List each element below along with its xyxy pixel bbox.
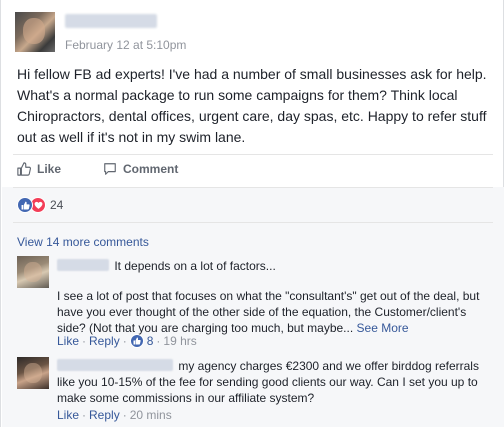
commenter-name-redacted[interactable] bbox=[57, 259, 109, 271]
view-more-comments-link[interactable]: View 14 more comments bbox=[17, 235, 149, 249]
separator-dot: · bbox=[82, 334, 87, 348]
comment-like-link[interactable]: Like bbox=[57, 408, 79, 422]
separator-dot: · bbox=[156, 334, 161, 348]
comment-like-link[interactable]: Like bbox=[57, 334, 79, 348]
comment-label: Comment bbox=[123, 162, 179, 176]
comment-icon bbox=[104, 163, 116, 175]
comment-body: It depends on a lot of factors... I see … bbox=[57, 258, 497, 336]
comment-text: I see a lot of post that focuses on what… bbox=[57, 289, 480, 335]
comment-time[interactable]: 20 mins bbox=[130, 408, 172, 422]
divider bbox=[13, 222, 493, 223]
comment-meta: Like · Reply · 8 · 19 hrs bbox=[57, 334, 197, 348]
comment-first-line: It depends on a lot of factors... bbox=[57, 258, 497, 274]
like-reaction-icon bbox=[17, 197, 33, 213]
post-text: Hi fellow FB ad experts! I've had a numb… bbox=[17, 66, 487, 145]
post-timestamp[interactable]: February 12 at 5:10pm bbox=[65, 38, 186, 52]
divider bbox=[13, 187, 493, 188]
like-label: Like bbox=[37, 162, 62, 176]
thumbs-up-icon bbox=[129, 334, 144, 348]
commenter-name-redacted[interactable] bbox=[57, 359, 173, 371]
poster-avatar[interactable] bbox=[15, 12, 55, 52]
post-actions: Like Comment bbox=[17, 162, 178, 176]
divider bbox=[13, 154, 493, 155]
comment-reply-link[interactable]: Reply bbox=[89, 408, 120, 422]
comment-meta: Like · Reply · 20 mins bbox=[57, 408, 172, 422]
comment-body: my agency charges €2300 and we offer bir… bbox=[57, 358, 497, 406]
separator-dot: · bbox=[122, 408, 127, 422]
comment-time[interactable]: 19 hrs bbox=[163, 334, 196, 348]
reactions-summary[interactable]: 24 bbox=[17, 197, 63, 213]
comment-reply-link[interactable]: Reply bbox=[89, 334, 120, 348]
see-more-link[interactable]: See More bbox=[357, 321, 409, 335]
comment-likes-count[interactable]: 8 bbox=[147, 334, 154, 348]
post-card: February 12 at 5:10pm Hi fellow FB ad ex… bbox=[0, 0, 504, 427]
commenter-avatar[interactable] bbox=[17, 256, 49, 288]
thumbs-up-icon bbox=[17, 162, 31, 176]
comment-paragraph: I see a lot of post that focuses on what… bbox=[57, 288, 497, 336]
comment-button[interactable]: Comment bbox=[103, 162, 178, 176]
separator-dot: · bbox=[122, 334, 127, 348]
poster-name-redacted[interactable] bbox=[65, 14, 157, 28]
reaction-count: 24 bbox=[50, 198, 64, 212]
separator-dot: · bbox=[82, 408, 87, 422]
like-button[interactable]: Like bbox=[17, 162, 61, 176]
commenter-avatar[interactable] bbox=[17, 357, 49, 389]
comment-text: It depends on a lot of factors... bbox=[114, 259, 276, 273]
